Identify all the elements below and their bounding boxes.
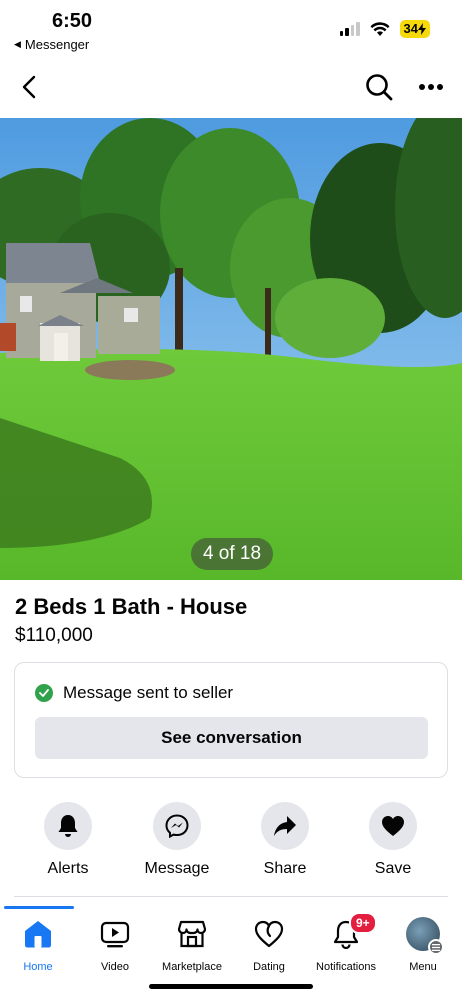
- save-button[interactable]: Save: [348, 802, 438, 878]
- search-button[interactable]: [362, 70, 396, 104]
- message-sent-row: Message sent to seller: [35, 683, 233, 703]
- tab-home-label: Home: [23, 961, 53, 973]
- alerts-button[interactable]: Alerts: [23, 802, 113, 878]
- bell-icon: [58, 815, 78, 837]
- back-app-label: Messenger: [24, 37, 90, 52]
- tab-notifications-label: Notifications: [316, 961, 376, 973]
- more-options-button[interactable]: [414, 70, 448, 104]
- tab-menu[interactable]: Menu: [383, 917, 462, 973]
- battery-indicator: 34: [399, 20, 430, 38]
- status-icons: 34: [339, 20, 430, 38]
- share-icon: [274, 816, 296, 836]
- save-label: Save: [374, 860, 412, 877]
- tab-marketplace[interactable]: Marketplace: [152, 918, 232, 973]
- back-to-app-link[interactable]: ◀ Messenger: [14, 37, 89, 52]
- share-button[interactable]: Share: [240, 802, 330, 878]
- charging-icon: [418, 23, 426, 35]
- message-button[interactable]: Message: [132, 802, 222, 878]
- listing-photo[interactable]: 4 of 18: [0, 118, 462, 580]
- tab-home[interactable]: Home: [0, 918, 78, 973]
- listing-title: 2 Beds 1 Bath - House: [15, 594, 248, 619]
- back-button[interactable]: [14, 70, 44, 104]
- wifi-icon: [370, 21, 390, 36]
- divider: [14, 896, 448, 897]
- share-circle: [261, 802, 309, 850]
- bottom-tab-bar: Home Video Marketplace Dating 9+ Notific…: [0, 906, 462, 976]
- tab-video-label: Video: [101, 961, 129, 973]
- message-sent-label: Message sent to seller: [63, 683, 234, 702]
- cellular-signal-icon: [339, 22, 360, 36]
- messenger-icon: [165, 814, 189, 838]
- notifications-bell-icon: 9+: [331, 912, 377, 950]
- heart-icon: [382, 816, 404, 836]
- alerts-label: Alerts: [47, 860, 89, 877]
- home-indicator: [149, 984, 313, 989]
- tab-dating[interactable]: Dating: [229, 918, 309, 973]
- tab-menu-label: Menu: [409, 961, 437, 973]
- dating-icon: [254, 918, 284, 950]
- message-circle: [153, 802, 201, 850]
- see-conversation-button[interactable]: See conversation: [35, 717, 428, 759]
- menu-icon: [428, 939, 444, 955]
- menu-avatar-wrap: [406, 917, 444, 955]
- nav-header: [0, 62, 462, 112]
- listing-price: $110,000: [15, 625, 93, 646]
- check-circle-icon: [35, 684, 53, 702]
- home-icon: [23, 918, 53, 950]
- tab-video[interactable]: Video: [75, 918, 155, 973]
- search-icon: [366, 74, 393, 101]
- status-time: 6:50: [52, 10, 93, 32]
- share-label: Share: [263, 860, 307, 877]
- battery-level: 34: [403, 21, 418, 36]
- video-icon: [100, 918, 130, 950]
- avatar: [406, 917, 444, 955]
- photo-counter: 4 of 18: [191, 538, 273, 570]
- back-triangle-icon: ◀: [14, 39, 21, 49]
- message-status-card: Message sent to seller See conversation: [14, 662, 448, 778]
- marketplace-icon: [177, 918, 207, 950]
- notifications-badge: 9+: [349, 912, 377, 934]
- action-row: Alerts Message Share Save: [0, 802, 462, 882]
- more-icon: [419, 84, 443, 90]
- tab-notifications[interactable]: 9+ Notifications: [306, 912, 386, 973]
- chevron-left-icon: [22, 75, 36, 99]
- tab-marketplace-label: Marketplace: [162, 961, 222, 973]
- active-tab-indicator: [4, 906, 74, 909]
- alerts-circle: [44, 802, 92, 850]
- message-label: Message: [144, 860, 210, 877]
- tab-dating-label: Dating: [253, 961, 285, 973]
- save-circle: [369, 802, 417, 850]
- status-bar: 6:50 ◀ Messenger 34: [0, 0, 462, 56]
